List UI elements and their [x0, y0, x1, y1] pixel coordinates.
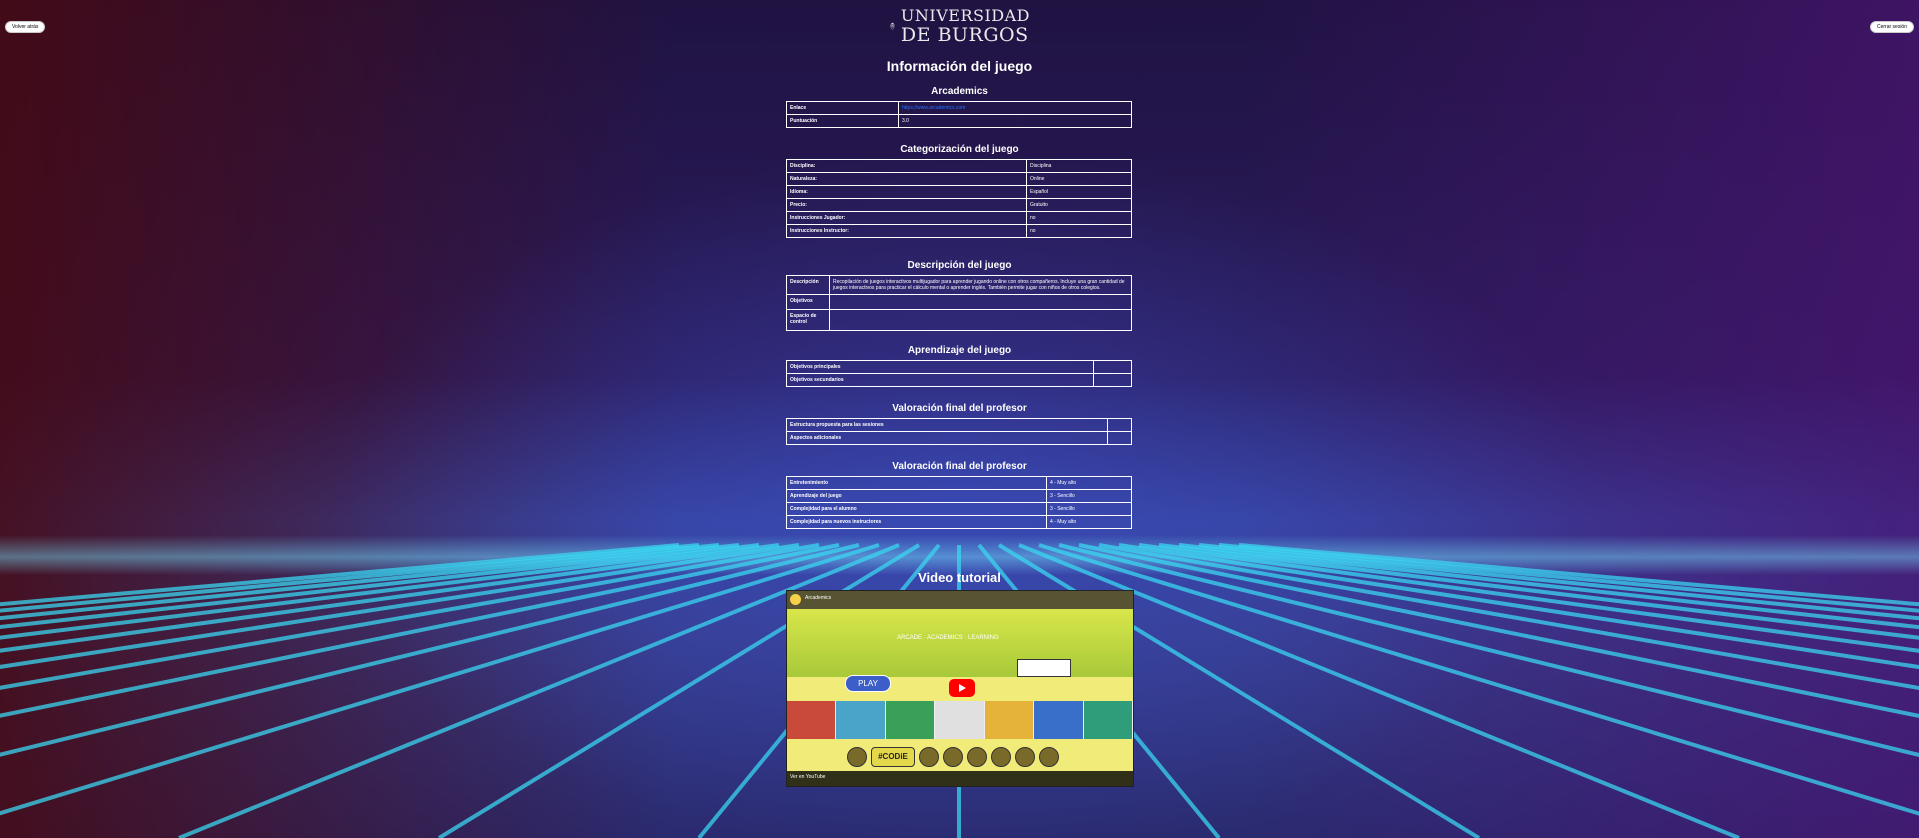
- award-badges: #CODiE: [847, 746, 1077, 768]
- table-key: Aprendizaje del juego: [786, 489, 1047, 503]
- table-key: Aspectos adicionales: [786, 431, 1108, 445]
- table-row: Descripción Recopilación de juegos intera…: [786, 275, 1132, 295]
- table-row: Objetivos secundarios: [786, 373, 1132, 387]
- table-value: [1107, 431, 1132, 445]
- learning-table: Objetivos principales Objetivos secundar…: [786, 360, 1132, 387]
- grid-line: [1078, 543, 1919, 718]
- university-logo: UNIVERSIDAD DE BURGOS: [890, 2, 1030, 50]
- section-title-learning: Aprendizaje del juego: [907, 345, 1012, 356]
- table-value: no: [1026, 224, 1132, 238]
- table-row: Aspectos adicionales: [786, 431, 1132, 445]
- table-row: Precio: Gratuito: [786, 198, 1132, 212]
- game-name: Arcademics: [931, 86, 988, 97]
- section-title-categorization: Categorización del juego: [900, 144, 1019, 155]
- grid-line: [1038, 543, 1919, 816]
- section-title-teacher-eval-2: Valoración final del profesor: [892, 461, 1027, 472]
- logo-line1: UNIVERSIDAD: [900, 5, 1030, 25]
- table-key: Instrucciones Jugador:: [786, 211, 1027, 225]
- table-key: Puntuación: [786, 114, 899, 128]
- table-row: Puntuación 3.0: [786, 114, 1132, 128]
- table-row: Espacio de control: [786, 309, 1132, 331]
- table-value: Online: [1026, 172, 1132, 186]
- video-hero-title: ARCADE · ACADEMICS · LEARNING: [897, 635, 999, 641]
- video-top-bar: Arcademics: [787, 591, 1133, 609]
- table-key: Disciplina:: [786, 159, 1027, 173]
- table-row: Idioma: Español: [786, 185, 1132, 199]
- table-value: 4 - Muy alto: [1046, 476, 1132, 490]
- teacher-eval-table-2: Entretenimiento 4 - Muy alto Aprendizaje …: [786, 476, 1132, 529]
- table-key: Complejidad para nuevos instructores: [786, 515, 1047, 529]
- video-tutorial-player[interactable]: ARCADE · ACADEMICS · LEARNING Arcademics…: [786, 590, 1134, 787]
- video-game-thumbnails: [787, 701, 1133, 739]
- table-row: Objetivos principales: [786, 360, 1132, 374]
- categorization-table: Disciplina: Disciplina Naturaleza: Online …: [786, 159, 1132, 238]
- description-table: Descripción Recopilación de juegos intera…: [786, 275, 1132, 331]
- table-key: Idioma:: [786, 185, 1027, 199]
- table-key: Objetivos: [786, 294, 830, 310]
- table-value: [829, 294, 1132, 310]
- video-hero-banner: ARCADE · ACADEMICS · LEARNING: [787, 609, 1133, 677]
- table-key: Objetivos secundarios: [786, 373, 1094, 387]
- page-title: Información del juego: [886, 58, 1033, 74]
- table-value: 3 - Sencillo: [1046, 489, 1132, 503]
- table-row: Entretenimiento 4 - Muy alto: [786, 476, 1132, 490]
- game-link[interactable]: https://www.arcademics.com: [898, 101, 1132, 115]
- table-value: no: [1026, 211, 1132, 225]
- table-key: Precio:: [786, 198, 1027, 212]
- table-row: Instrucciones Jugador: no: [786, 211, 1132, 225]
- section-title-teacher-eval: Valoración final del profesor: [892, 403, 1027, 414]
- table-key: Estructura propuesta para las sesiones: [786, 418, 1108, 432]
- video-channel-title: Arcademics: [805, 595, 832, 601]
- table-key: Entretenimiento: [786, 476, 1047, 490]
- video-info-box: [1017, 659, 1071, 677]
- table-value: 4 - Muy alto: [1046, 515, 1132, 529]
- table-row: Complejidad para nuevos instructores 4 - …: [786, 515, 1132, 529]
- table-value: Recopilación de juegos interactivos mult…: [829, 275, 1132, 295]
- table-value: [829, 309, 1132, 331]
- game-info-table: Enlace https://www.arcademics.com Puntua…: [786, 101, 1132, 128]
- table-value: [1093, 373, 1132, 387]
- channel-avatar: [790, 594, 801, 605]
- table-value: Gratuito: [1026, 198, 1132, 212]
- table-row: Complejidad para el alumno 3 - Sencillo: [786, 502, 1132, 516]
- table-value: Español: [1026, 185, 1132, 199]
- table-row: Objetivos: [786, 294, 1132, 310]
- youtube-play-icon[interactable]: [949, 679, 975, 697]
- table-value: [1093, 360, 1132, 374]
- teacher-eval-table-1: Estructura propuesta para las sesiones A…: [786, 418, 1132, 445]
- grid-line: [0, 543, 880, 816]
- table-row: Naturaleza: Online: [786, 172, 1132, 186]
- watch-on-youtube-link[interactable]: Ver en YouTube: [790, 774, 825, 780]
- game-play-label: PLAY: [845, 675, 891, 692]
- back-button[interactable]: Volver atrás: [5, 21, 46, 33]
- table-key: Complejidad para el alumno: [786, 502, 1047, 516]
- table-value: 3.0: [898, 114, 1132, 128]
- table-row: Instrucciones Instructor: no: [786, 224, 1132, 238]
- logo-line2: DE BURGOS: [900, 23, 1029, 46]
- table-key: Espacio de control: [786, 309, 830, 331]
- table-row: Aprendizaje del juego 3 - Sencillo: [786, 489, 1132, 503]
- grid-line: [0, 543, 840, 718]
- table-key: Objetivos principales: [786, 360, 1094, 374]
- table-row: Estructura propuesta para las sesiones: [786, 418, 1132, 432]
- section-title-description: Descripción del juego: [907, 260, 1012, 271]
- table-key: Instrucciones Instructor:: [786, 224, 1027, 238]
- video-bottom-bar: [787, 771, 1133, 786]
- logout-button[interactable]: Cerrar sesión: [1869, 21, 1914, 33]
- crest-icon: [890, 22, 895, 30]
- section-title-video: Video tutorial: [918, 570, 1001, 585]
- table-row: Disciplina: Disciplina: [786, 159, 1132, 173]
- table-row: Enlace https://www.arcademics.com: [786, 101, 1132, 115]
- table-key: Descripción: [786, 275, 830, 295]
- table-value: 3 - Sencillo: [1046, 502, 1132, 516]
- codie-badge: #CODiE: [871, 747, 915, 767]
- table-key: Enlace: [786, 101, 899, 115]
- table-value: Disciplina: [1026, 159, 1132, 173]
- table-key: Naturaleza:: [786, 172, 1027, 186]
- table-value: [1107, 418, 1132, 432]
